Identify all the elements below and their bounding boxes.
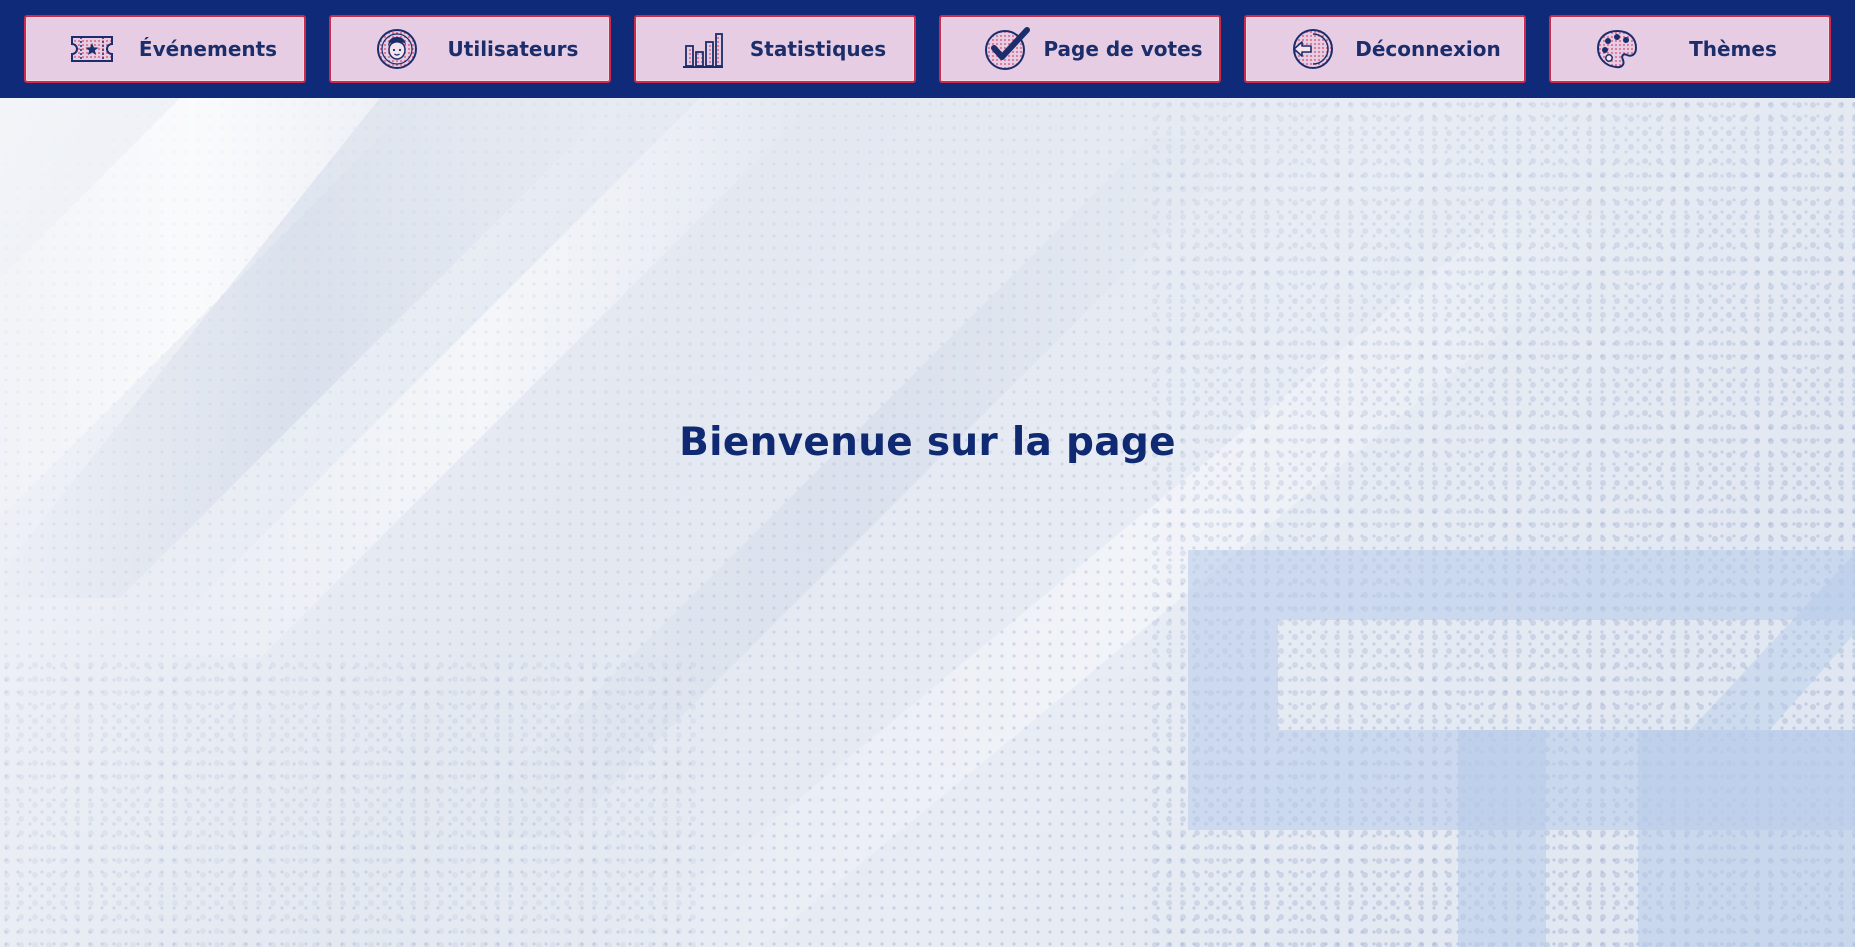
nav-label-statistiques: Statistiques	[749, 37, 887, 61]
checkmark-icon	[983, 25, 1031, 73]
bar-chart-icon	[678, 25, 726, 73]
nav-label-page-de-votes: Page de votes	[1043, 37, 1203, 61]
top-navigation-bar: Événements Utilisateurs Statistiques Pag…	[0, 0, 1855, 98]
background-decoration	[0, 98, 1855, 947]
nav-button-themes[interactable]: Thèmes	[1549, 15, 1831, 83]
main-content: Bienvenue sur la page	[0, 98, 1855, 947]
palette-icon	[1593, 25, 1641, 73]
nav-button-statistiques[interactable]: Statistiques	[634, 15, 916, 83]
nav-label-utilisateurs: Utilisateurs	[447, 37, 579, 61]
nav-button-evenements[interactable]: Événements	[24, 15, 306, 83]
nav-label-deconnexion: Déconnexion	[1355, 37, 1501, 61]
nav-label-evenements: Événements	[138, 37, 278, 61]
ticket-icon	[68, 25, 116, 73]
logout-arrow-icon	[1288, 25, 1336, 73]
nav-button-deconnexion[interactable]: Déconnexion	[1244, 15, 1526, 83]
nav-label-themes: Thèmes	[1689, 37, 1777, 61]
user-avatar-icon	[373, 25, 421, 73]
nav-button-utilisateurs[interactable]: Utilisateurs	[329, 15, 611, 83]
nav-button-page-de-votes[interactable]: Page de votes	[939, 15, 1221, 83]
welcome-heading: Bienvenue sur la page	[679, 420, 1176, 465]
